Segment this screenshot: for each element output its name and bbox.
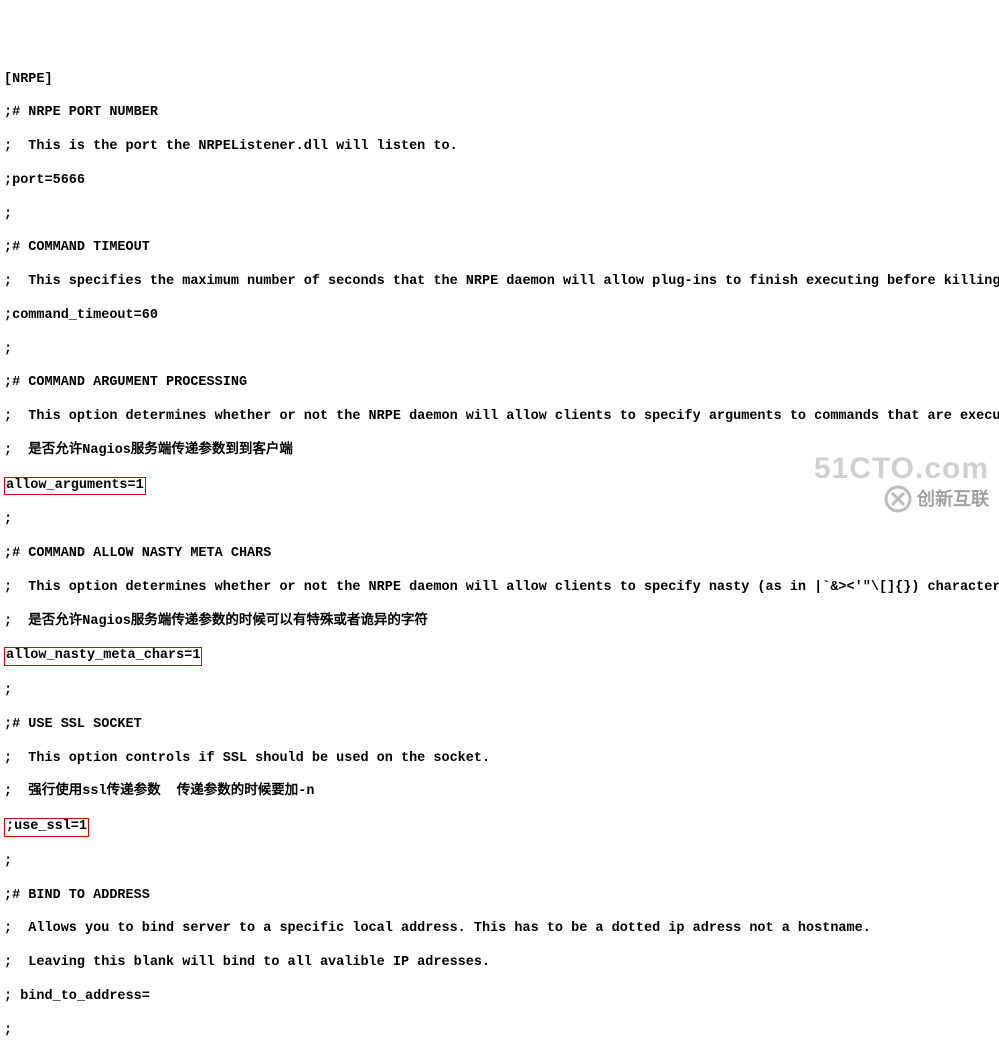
text: ; [4,1023,12,1038]
config-line: allow_nasty_meta_chars=1 [4,647,995,666]
config-line: ;# COMMAND ARGUMENT PROCESSING [4,375,995,392]
text: ; [4,207,12,222]
text: ;# USE SSL SOCKET [4,717,142,732]
config-line: ; [4,854,995,871]
config-line: ;command_timeout=60 [4,308,995,325]
watermark-text: 51CTO.com [814,450,989,488]
text: ; [4,342,12,357]
config-line: ; This is the port the NRPEListener.dll … [4,139,995,156]
text: ; Allows you to bind server to a specifi… [4,921,871,936]
text: ;# COMMAND ALLOW NASTY META CHARS [4,546,271,561]
config-line: [NRPE] [4,72,995,89]
config-line: ; Allows you to bind server to a specifi… [4,921,995,938]
highlighted-setting: allow_nasty_meta_chars=1 [4,647,202,666]
text: ;# COMMAND ARGUMENT PROCESSING [4,375,247,390]
config-line: ; Leaving this blank will bind to all av… [4,955,995,972]
text: ; This specifies the maximum number of s… [4,274,999,289]
highlighted-setting: ;use_ssl=1 [4,818,89,837]
config-line: ; 是否允许Nagios服务端传递参数的时候可以有特殊或者诡异的字符 [4,614,995,631]
config-line: ; [4,683,995,700]
text: ; 强行使用ssl传递参数 传递参数的时候要加-n [4,784,315,799]
text: ;# COMMAND TIMEOUT [4,240,150,255]
text: ;# BIND TO ADDRESS [4,888,150,903]
watermark-logo-text: 创新互联 [917,488,989,511]
config-line: ; This option controls if SSL should be … [4,751,995,768]
text: [NRPE] [4,72,53,87]
config-line: ; [4,512,995,529]
watermark-logo: 创新互联 [883,484,989,514]
text: ; This option determines whether or not … [4,409,999,424]
text: ; [4,854,12,869]
config-line: ;# USE SSL SOCKET [4,717,995,734]
text: ; bind_to_address= [4,989,150,1004]
text: ;command_timeout=60 [4,308,158,323]
text: ; 是否允许Nagios服务端传递参数的时候可以有特殊或者诡异的字符 [4,614,428,629]
config-line: ; This option determines whether or not … [4,409,995,426]
text: ; This option controls if SSL should be … [4,751,490,766]
highlighted-setting: allow_arguments=1 [4,477,146,496]
config-line: ;# BIND TO ADDRESS [4,888,995,905]
text: ;# NRPE PORT NUMBER [4,105,158,120]
cx-logo-icon [883,484,913,514]
config-line: ; bind_to_address= [4,989,995,1006]
text: ; This is the port the NRPEListener.dll … [4,139,458,154]
config-line: ;use_ssl=1 [4,818,995,837]
config-line: ; This option determines whether or not … [4,580,995,597]
config-line: ;# NRPE PORT NUMBER [4,105,995,122]
text: ; 是否允许Nagios服务端传递参数到到客户端 [4,443,293,458]
config-line: ;# COMMAND ALLOW NASTY META CHARS [4,546,995,563]
config-line: ;port=5666 [4,173,995,190]
config-line: ; This specifies the maximum number of s… [4,274,995,291]
text: ; This option determines whether or not … [4,580,999,595]
config-line: ;# COMMAND TIMEOUT [4,240,995,257]
config-line: ; [4,207,995,224]
text: ; [4,512,12,527]
text: ; Leaving this blank will bind to all av… [4,955,490,970]
config-line: ; [4,342,995,359]
text: ;port=5666 [4,173,85,188]
text: ; [4,683,12,698]
config-line: ; 强行使用ssl传递参数 传递参数的时候要加-n [4,784,995,801]
config-line: ; [4,1023,995,1040]
